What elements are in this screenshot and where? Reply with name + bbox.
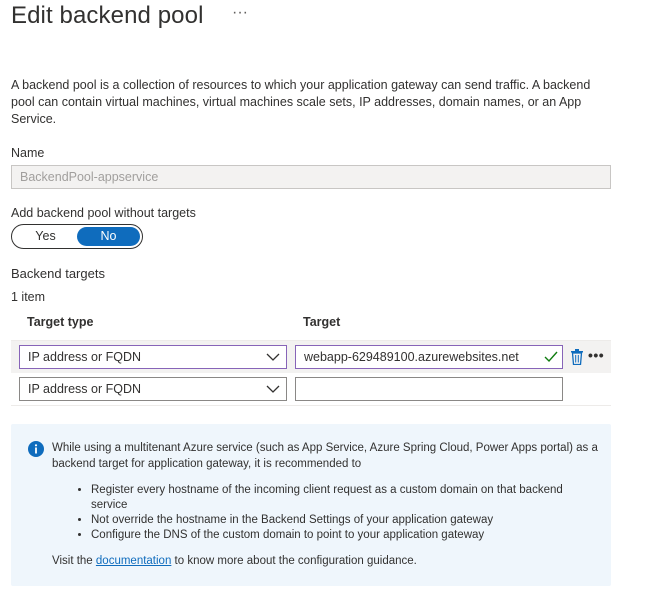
target-type-select[interactable]: IP address or FQDN <box>19 377 287 401</box>
without-targets-label: Add backend pool without targets <box>11 206 196 220</box>
list-item: Not override the hostname in the Backend… <box>91 513 591 528</box>
visit-documentation-text: Visit the documentation to know more abo… <box>52 555 417 567</box>
info-icon <box>28 441 44 457</box>
chevron-down-icon <box>266 385 280 393</box>
table-row: IP address or FQDN <box>11 373 611 406</box>
table-row: IP address or FQDN webapp-629489100.azur… <box>11 340 611 373</box>
target-type-value: IP address or FQDN <box>28 382 142 396</box>
visit-prefix: Visit the <box>52 555 96 567</box>
more-options-button[interactable]: ··· <box>232 4 248 22</box>
toggle-yes[interactable]: Yes <box>14 227 77 246</box>
target-input[interactable] <box>295 377 563 401</box>
chevron-down-icon <box>266 353 280 361</box>
list-item: Register every hostname of the incoming … <box>91 483 591 513</box>
target-value: webapp-629489100.azurewebsites.net <box>304 350 519 364</box>
column-header-target: Target <box>303 315 341 329</box>
target-type-value: IP address or FQDN <box>28 350 142 364</box>
without-targets-toggle[interactable]: Yes No <box>11 224 143 249</box>
toggle-no[interactable]: No <box>77 227 140 246</box>
column-header-target-type: Target type <box>27 315 94 329</box>
documentation-link[interactable]: documentation <box>96 555 171 567</box>
visit-suffix: to know more about the configuration gui… <box>171 555 417 567</box>
delete-icon[interactable] <box>571 349 583 365</box>
target-input[interactable]: webapp-629489100.azurewebsites.net <box>295 345 563 369</box>
info-box: While using a multitenant Azure service … <box>11 424 611 586</box>
backend-targets-label: Backend targets <box>11 266 105 281</box>
item-count: 1 item <box>11 290 46 304</box>
row-more-button[interactable]: ••• <box>588 347 604 363</box>
checkmark-icon <box>544 351 558 363</box>
name-input[interactable]: BackendPool-appservice <box>11 165 611 189</box>
info-text: While using a multitenant Azure service … <box>52 442 598 470</box>
list-item: Configure the DNS of the custom domain t… <box>91 528 591 543</box>
target-type-select[interactable]: IP address or FQDN <box>19 345 287 369</box>
name-label: Name <box>11 146 45 160</box>
page-description: A backend pool is a collection of resour… <box>11 78 591 126</box>
page-title: Edit backend pool <box>11 2 204 29</box>
info-bullet-list: Register every hostname of the incoming … <box>71 483 591 543</box>
